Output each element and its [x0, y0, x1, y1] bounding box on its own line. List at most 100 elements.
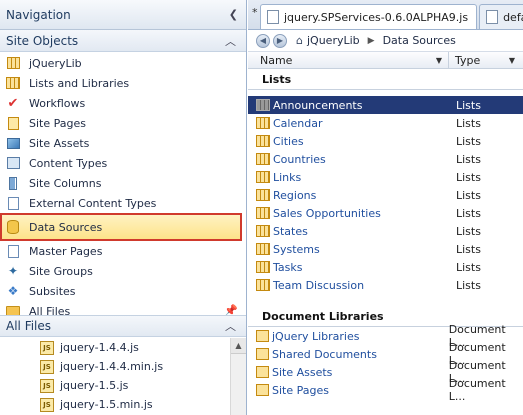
files-scrollbar[interactable]: ▲: [230, 338, 246, 415]
scroll-up-icon[interactable]: ▲: [231, 338, 246, 354]
tab-label: defau: [503, 10, 523, 24]
list-icon: [256, 225, 270, 237]
filter-dropdown-icon[interactable]: ▼: [509, 56, 515, 65]
tab-default[interactable]: defau: [479, 4, 523, 29]
document-library-icon: [256, 366, 269, 378]
nav-item-label: External Content Types: [29, 196, 157, 210]
nav-item-lists-and-libraries[interactable]: Lists and Libraries: [0, 73, 246, 93]
list-icon: [256, 261, 270, 273]
nav-item-external-content-types[interactable]: External Content Types: [0, 193, 246, 213]
nav-item-jquerylib[interactable]: jQueryLib: [0, 53, 246, 73]
row-type: Lists: [456, 170, 481, 184]
document-libraries-table: Document Libraries jQuery Libraries Docu…: [248, 306, 523, 403]
column-header-name[interactable]: Name ▼: [248, 52, 449, 68]
row-name: Calendar: [273, 116, 323, 130]
table-row[interactable]: Links Lists: [248, 168, 523, 186]
row-name: jQuery Libraries: [272, 329, 360, 343]
back-icon[interactable]: ◀: [256, 33, 270, 48]
table-row[interactable]: Systems Lists: [248, 240, 523, 258]
breadcrumb-item-current[interactable]: Data Sources: [383, 34, 456, 47]
chevron-up-icon[interactable]: ︿: [225, 33, 236, 49]
list-icon: [256, 243, 270, 255]
table-row[interactable]: Announcements Lists: [248, 96, 523, 114]
row-name: Tasks: [273, 260, 303, 274]
list-icon: [256, 153, 270, 165]
nav-item-workflows[interactable]: ✔ Workflows: [0, 93, 246, 113]
table-row[interactable]: Regions Lists: [248, 186, 523, 204]
row-type: Document L...: [448, 377, 506, 403]
nav-item-label: Site Groups: [29, 264, 93, 278]
page-icon: [486, 10, 499, 24]
file-item[interactable]: JS jquery-1.4.4.js: [0, 338, 230, 357]
all-files-title: All Files: [6, 319, 52, 333]
nav-item-label: Content Types: [29, 156, 108, 170]
site-home-icon: ⌂: [296, 34, 303, 47]
file-item[interactable]: JS jquery-1.5.min.js: [0, 395, 230, 414]
list-icon: [256, 117, 270, 129]
row-name: Systems: [273, 242, 320, 256]
tab-label: jquery.SPServices-0.6.0ALPHA9.js: [284, 10, 469, 24]
js-file-icon: JS: [40, 359, 54, 374]
table-row[interactable]: Site Pages Document L...: [248, 377, 523, 403]
row-name: Countries: [273, 152, 326, 166]
filter-dropdown-icon[interactable]: ▼: [436, 56, 442, 65]
row-name: States: [273, 224, 308, 238]
nav-item-site-pages[interactable]: Site Pages: [0, 113, 246, 133]
page-icon: [5, 195, 21, 211]
collapse-pane-icon[interactable]: ❮: [229, 8, 238, 21]
nav-item-label: jQueryLib: [29, 56, 82, 70]
list-icon: [256, 135, 270, 147]
table-row[interactable]: Team Discussion Lists: [248, 276, 523, 294]
table-row[interactable]: Tasks Lists: [248, 258, 523, 276]
nav-item-site-groups[interactable]: ✦ Site Groups: [0, 261, 246, 281]
nav-item-label: Workflows: [29, 96, 86, 110]
table-row[interactable]: Countries Lists: [248, 150, 523, 168]
nav-item-data-sources[interactable]: Data Sources: [0, 213, 242, 241]
row-name: Team Discussion: [273, 278, 365, 292]
column-icon: [5, 175, 21, 191]
file-item[interactable]: JS jquery-1.5.js: [0, 376, 230, 395]
lists-table: Announcements Lists Calendar Lists Citie…: [248, 96, 523, 294]
table-row[interactable]: Calendar Lists: [248, 114, 523, 132]
file-item-label: jquery-1.5.js: [60, 379, 129, 392]
document-library-icon: [256, 384, 269, 396]
row-name: Announcements: [273, 98, 363, 112]
table-row[interactable]: Cities Lists: [248, 132, 523, 150]
page-icon: [5, 243, 21, 259]
column-header-label: Type: [455, 53, 481, 67]
row-name: Site Assets: [272, 365, 333, 379]
row-type: Lists: [456, 242, 481, 256]
all-files-header[interactable]: All Files ︿: [0, 315, 246, 337]
navigation-header: Navigation ❮: [0, 0, 246, 30]
nav-item-master-pages[interactable]: Master Pages: [0, 241, 246, 261]
table-row[interactable]: Sales Opportunities Lists: [248, 204, 523, 222]
file-item-label: jquery-1.4.4.min.js: [60, 360, 164, 373]
navigation-title: Navigation: [6, 7, 71, 22]
nav-item-site-columns[interactable]: Site Columns: [0, 173, 246, 193]
row-name: Links: [273, 170, 302, 184]
group-divider: [248, 89, 523, 90]
chevron-up-icon[interactable]: ︿: [225, 318, 236, 334]
nav-item-content-types[interactable]: Content Types: [0, 153, 246, 173]
forward-icon[interactable]: ▶: [273, 33, 287, 48]
row-name: Shared Documents: [272, 347, 377, 361]
row-type: Lists: [456, 188, 481, 202]
group-header-lists: Lists: [262, 72, 292, 86]
file-item-label: jquery-1.4.4.js: [60, 341, 139, 354]
site-objects-header[interactable]: Site Objects ︿: [0, 30, 246, 52]
nav-item-label: Site Assets: [29, 136, 90, 150]
row-type: Lists: [456, 278, 481, 292]
file-item[interactable]: JS jquery-1.4.4.min.js: [0, 357, 230, 376]
row-name: Sales Opportunities: [273, 206, 381, 220]
all-files-list: JS jquery-1.4.4.js JS jquery-1.4.4.min.j…: [0, 338, 230, 414]
row-type: Lists: [456, 152, 481, 166]
nav-item-subsites[interactable]: ❖ Subsites: [0, 281, 246, 301]
table-row[interactable]: States Lists: [248, 222, 523, 240]
row-type: Lists: [456, 206, 481, 220]
list-icon: [256, 99, 270, 111]
nav-item-label: Master Pages: [29, 244, 103, 258]
nav-item-site-assets[interactable]: Site Assets: [0, 133, 246, 153]
tab-spservices[interactable]: jquery.SPServices-0.6.0ALPHA9.js: [260, 4, 478, 29]
column-header-type[interactable]: Type ▼: [449, 54, 523, 67]
breadcrumb-item-site[interactable]: jQueryLib: [307, 34, 360, 47]
